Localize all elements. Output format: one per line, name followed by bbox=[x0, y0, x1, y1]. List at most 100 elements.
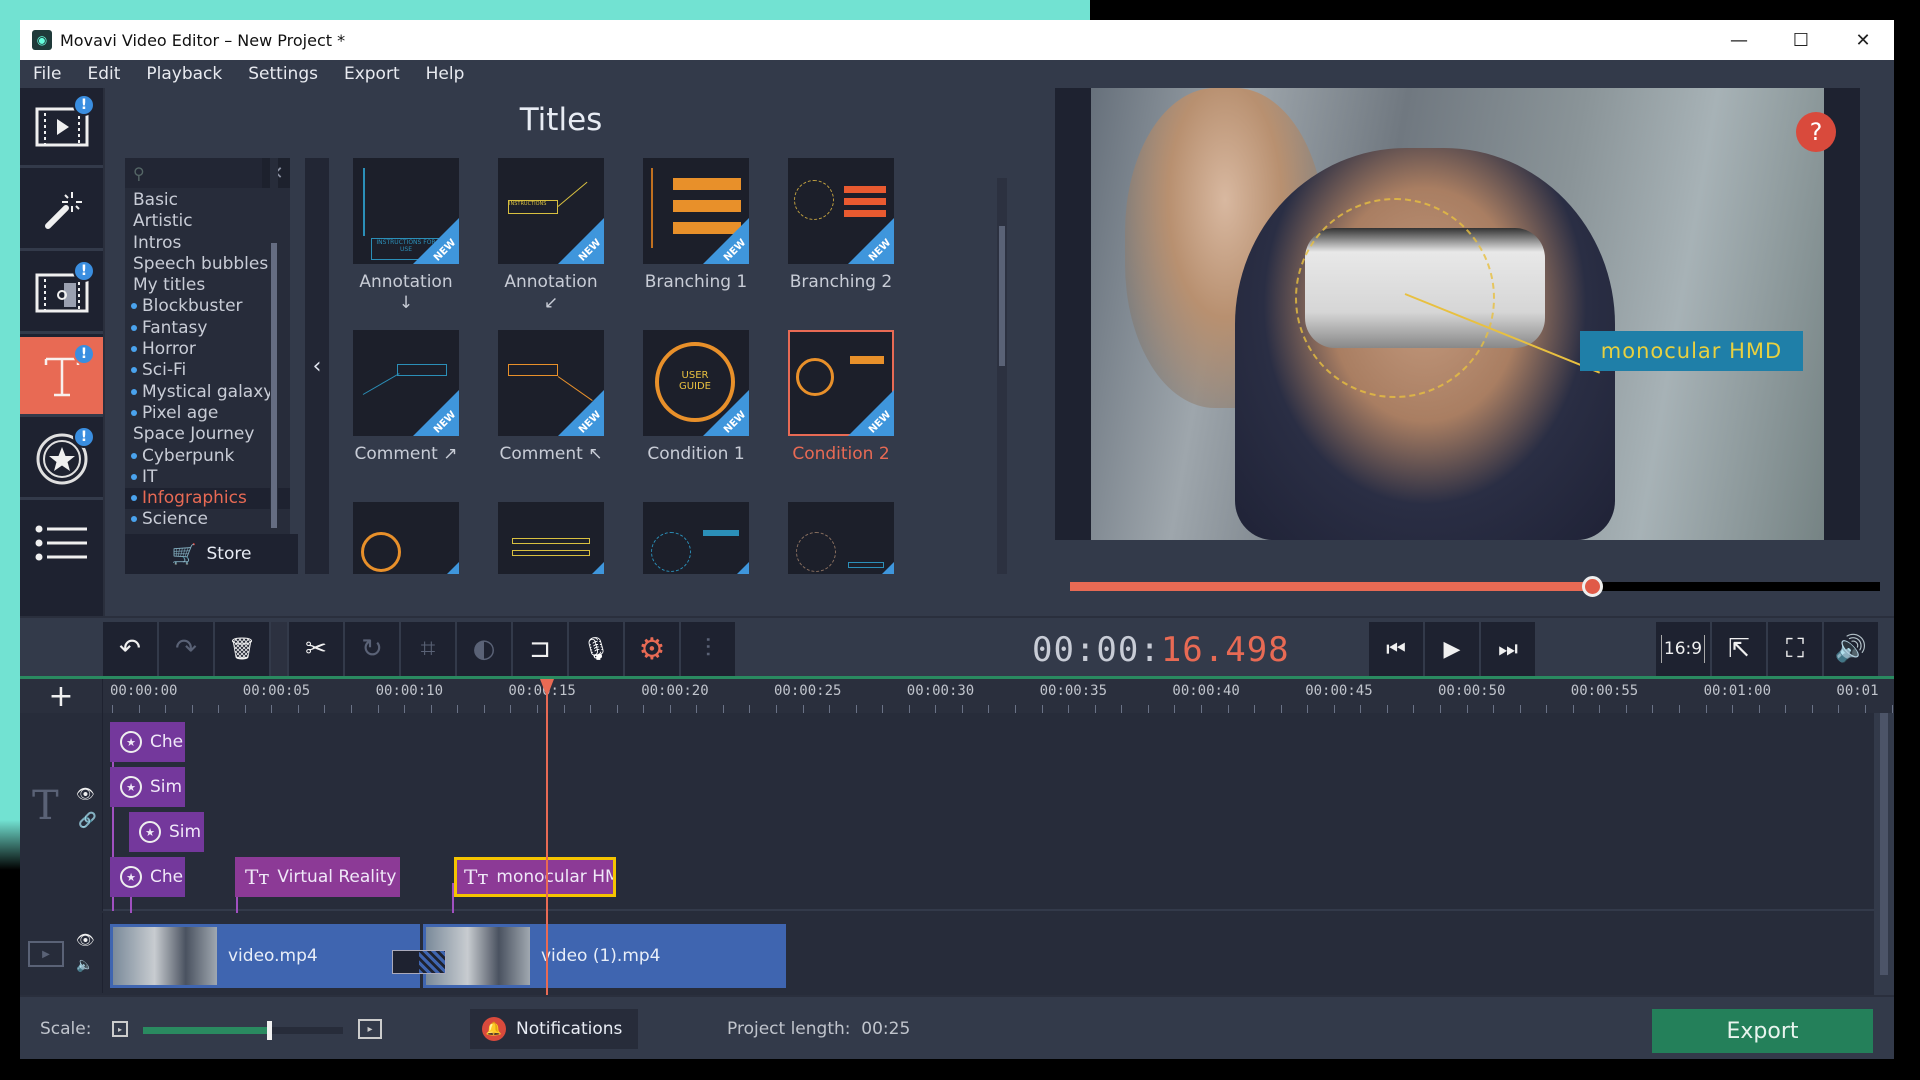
export-button[interactable]: Export bbox=[1652, 1009, 1873, 1053]
record-audio-button[interactable]: 🎙 bbox=[569, 622, 623, 676]
add-track-button[interactable]: + bbox=[20, 679, 103, 714]
category-item[interactable]: My titles bbox=[125, 275, 290, 296]
title-template-tile[interactable]: NEW bbox=[350, 502, 462, 574]
category-item[interactable]: IT bbox=[125, 467, 290, 488]
rotate-button[interactable]: ↻ bbox=[345, 622, 399, 676]
store-button[interactable]: 🛒 Store bbox=[125, 534, 298, 574]
title-template-tile[interactable]: NEW Comment ↗ bbox=[350, 330, 462, 465]
aspect-ratio-button[interactable]: 16:9 bbox=[1656, 622, 1710, 676]
delete-button[interactable]: 🗑 bbox=[215, 622, 269, 676]
link-icon[interactable]: 🔗 bbox=[78, 811, 97, 829]
title-template-tile[interactable]: NEW bbox=[495, 502, 607, 574]
category-item[interactable]: Space Journey bbox=[125, 424, 290, 445]
video-clip[interactable]: video (1).mp4 bbox=[423, 924, 786, 988]
title-clip[interactable]: ★ Che bbox=[110, 722, 185, 762]
transition-marker[interactable] bbox=[392, 950, 446, 974]
clip-properties-button[interactable]: ⚙ bbox=[625, 622, 679, 676]
category-item[interactable]: Cyberpunk bbox=[125, 446, 290, 467]
sidebar-item-more[interactable] bbox=[20, 503, 103, 583]
menu-export[interactable]: Export bbox=[331, 64, 413, 84]
play-button[interactable]: ▶ bbox=[1425, 622, 1479, 676]
detach-preview-button[interactable]: ⇱ bbox=[1712, 622, 1766, 676]
transition-wizard-button[interactable]: ⊐ bbox=[513, 622, 567, 676]
sidebar-item-stickers[interactable]: ! bbox=[20, 420, 103, 500]
title-template-tile[interactable]: NEW Comment ↖ bbox=[495, 330, 607, 465]
category-item[interactable]: Blockbuster bbox=[125, 296, 290, 317]
search-input[interactable]: ⚲ ✕ bbox=[125, 158, 290, 188]
title-template-tile[interactable]: NEW bbox=[640, 502, 752, 574]
title-template-tile[interactable]: USER GUIDE NEW Condition 1 bbox=[640, 330, 752, 465]
eye-icon[interactable]: 👁 bbox=[76, 785, 95, 803]
category-item[interactable]: Pixel age bbox=[125, 403, 290, 424]
title-clip-selected[interactable]: Tт monocular HMD bbox=[454, 857, 616, 897]
next-frame-button[interactable]: ⏭ bbox=[1481, 622, 1535, 676]
collapse-categories-button[interactable]: ‹ bbox=[305, 158, 329, 574]
category-item[interactable]: Mystical galaxy bbox=[125, 382, 290, 403]
cut-button[interactable]: ✂ bbox=[289, 622, 343, 676]
sidebar-item-filters[interactable] bbox=[20, 171, 103, 251]
title-clip[interactable]: ★ Sim bbox=[129, 812, 204, 852]
mute-icon[interactable]: 🔈 bbox=[76, 957, 93, 973]
video-clip[interactable]: video.mp4 bbox=[110, 924, 420, 988]
minimize-button[interactable]: — bbox=[1708, 20, 1770, 60]
scale-slider[interactable] bbox=[143, 1021, 343, 1040]
timeline-scrollbar[interactable] bbox=[1874, 713, 1894, 995]
notifications-button[interactable]: 🔔 Notifications bbox=[470, 1009, 638, 1049]
color-adjust-button[interactable]: ◐ bbox=[457, 622, 511, 676]
category-item[interactable]: Basic bbox=[125, 190, 290, 211]
menu-file[interactable]: File bbox=[20, 64, 74, 84]
title-template-tile[interactable]: NEW bbox=[785, 502, 897, 574]
category-item[interactable]: Fantasy bbox=[125, 318, 290, 339]
sidebar-item-transitions[interactable]: ! bbox=[20, 254, 103, 334]
title-template-tile[interactable]: NEW Branching 1 bbox=[640, 158, 752, 293]
category-item[interactable]: Artistic bbox=[125, 211, 290, 232]
title-template-tile[interactable]: NEW Branching 2 bbox=[785, 158, 897, 293]
redo-button[interactable]: ↷ bbox=[159, 622, 213, 676]
undo-button[interactable]: ↶ bbox=[103, 622, 157, 676]
title-clip[interactable]: Tт Virtual Reality bbox=[235, 857, 400, 897]
title-clip[interactable]: ★ Che bbox=[110, 857, 185, 897]
hud-circle-graphic bbox=[1295, 198, 1495, 398]
ruler-tick-mark bbox=[1147, 705, 1149, 713]
video-preview: monocular HMD ? bbox=[1055, 88, 1860, 540]
overlay-title-text[interactable]: monocular HMD bbox=[1580, 331, 1803, 371]
zoom-out-icon[interactable]: ▸ bbox=[112, 1021, 128, 1037]
category-item[interactable]: Speech bubbles bbox=[125, 254, 290, 275]
category-item[interactable]: Horror bbox=[125, 339, 290, 360]
category-item[interactable]: Infographics bbox=[125, 488, 290, 510]
title-template-tile[interactable]: INSTRUCTIONS FOR USE NEW Annotation ↓ bbox=[350, 158, 462, 314]
previous-frame-button[interactable]: ⏮ bbox=[1369, 622, 1423, 676]
volume-button[interactable]: 🔊 bbox=[1824, 622, 1878, 676]
eye-icon[interactable]: 👁 bbox=[76, 931, 95, 949]
audio-properties-button[interactable]: ⫶ bbox=[681, 622, 735, 676]
category-item[interactable]: Intros bbox=[125, 233, 290, 254]
crop-button[interactable]: ⌗ bbox=[401, 622, 455, 676]
titles-scrollbar[interactable] bbox=[997, 178, 1007, 574]
progress-handle[interactable] bbox=[1582, 576, 1604, 597]
fullscreen-button[interactable]: ⛶ bbox=[1768, 622, 1822, 676]
title-clip[interactable]: ★ Sim bbox=[110, 767, 185, 807]
video-track-icon: ▶ bbox=[28, 941, 64, 967]
menu-playback[interactable]: Playback bbox=[133, 64, 235, 84]
menu-help[interactable]: Help bbox=[413, 64, 478, 84]
category-item[interactable]: Sci-Fi bbox=[125, 360, 290, 381]
sidebar-item-import[interactable]: ! bbox=[20, 88, 103, 168]
ruler-tick-mark bbox=[457, 705, 459, 713]
title-template-tile[interactable]: INSTRUCTIONS NEW Annotation ↙ bbox=[495, 158, 607, 314]
zoom-in-icon[interactable]: ▸ bbox=[358, 1019, 382, 1039]
menu-settings[interactable]: Settings bbox=[235, 64, 331, 84]
playhead[interactable] bbox=[546, 679, 548, 1015]
ruler-tick-label: 00:01:00 bbox=[1703, 683, 1772, 699]
category-item[interactable]: Science bbox=[125, 509, 290, 530]
scale-handle[interactable] bbox=[267, 1021, 272, 1040]
menu-edit[interactable]: Edit bbox=[74, 64, 133, 84]
title-template-tile[interactable]: NEW Condition 2 bbox=[785, 330, 897, 465]
category-scrollbar[interactable] bbox=[270, 158, 278, 528]
close-button[interactable]: ✕ bbox=[1832, 20, 1894, 60]
playback-progress[interactable] bbox=[1070, 576, 1880, 597]
timeline-ruler[interactable]: + 00:00:00 00:00:05 00:00:10 00:00:15 00:00:… bbox=[20, 679, 1894, 714]
sidebar-item-titles[interactable]: ! bbox=[20, 337, 103, 417]
playhead-handle[interactable] bbox=[540, 679, 554, 697]
help-button[interactable]: ? bbox=[1796, 112, 1836, 152]
maximize-button[interactable]: ☐ bbox=[1770, 20, 1832, 60]
